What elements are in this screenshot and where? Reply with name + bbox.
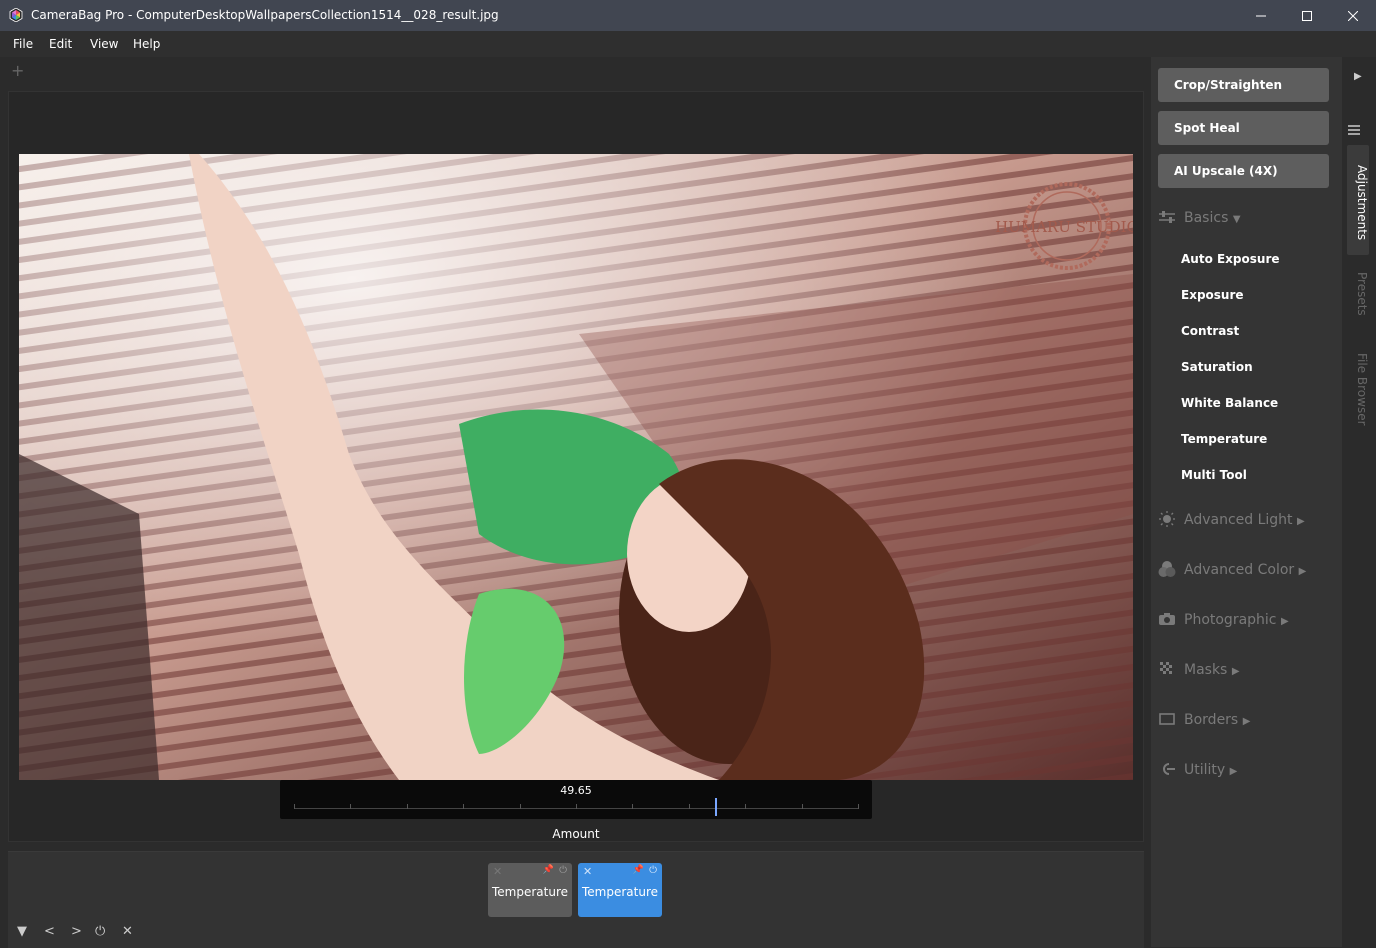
section-label: Photographic ▶ bbox=[1184, 612, 1289, 628]
watermark-text: HUMARU STUDIO bbox=[995, 218, 1133, 236]
color-circles-icon bbox=[1158, 561, 1176, 577]
slider-tick bbox=[520, 804, 521, 809]
slider-tick bbox=[407, 804, 408, 809]
slider-tick bbox=[802, 804, 803, 809]
minimize-button[interactable] bbox=[1238, 0, 1284, 31]
tab-file-browser[interactable]: File Browser bbox=[1347, 353, 1369, 426]
window-title: CameraBag Pro - ComputerDesktopWallpaper… bbox=[31, 8, 499, 22]
close-window-button[interactable] bbox=[1330, 0, 1376, 31]
slider-tick bbox=[463, 804, 464, 809]
workspace: + HUMARU STUDIO 49.65 Amount ✕ 📌 ⏻ Tempe… bbox=[0, 57, 1151, 948]
slider-tick bbox=[294, 804, 295, 809]
item-auto-exposure[interactable]: Auto Exposure bbox=[1181, 252, 1280, 266]
history-card-label: Temperature bbox=[491, 885, 568, 899]
slider-tick bbox=[745, 804, 746, 809]
collapse-icon[interactable]: ▼ bbox=[17, 924, 27, 939]
tab-adjustments[interactable]: Adjustments bbox=[1347, 145, 1369, 255]
section-label: Borders ▶ bbox=[1184, 712, 1251, 728]
history-card-temperature-1[interactable]: ✕ 📌 ⏻ Temperature bbox=[488, 863, 572, 917]
chevron-right-icon: ▶ bbox=[1231, 666, 1240, 677]
remove-icon[interactable]: ✕ bbox=[583, 865, 592, 878]
menu-file[interactable]: File bbox=[13, 37, 33, 51]
power-icon[interactable]: ⏻ bbox=[559, 865, 567, 876]
previous-icon[interactable]: < bbox=[44, 924, 55, 939]
menu-edit[interactable]: Edit bbox=[49, 37, 72, 51]
amount-slider[interactable]: 49.65 bbox=[280, 780, 872, 819]
adjustment-history: ✕ 📌 ⏻ Temperature ✕ 📌 ⏻ Temperature ▼ < … bbox=[8, 851, 1144, 948]
section-label: Advanced Light ▶ bbox=[1184, 512, 1305, 528]
maximize-button[interactable] bbox=[1284, 0, 1330, 31]
chevron-right-icon: ▶ bbox=[1297, 516, 1305, 527]
clear-all-icon[interactable]: ✕ bbox=[122, 924, 133, 939]
slider-tick bbox=[576, 804, 577, 809]
maximize-icon bbox=[1302, 10, 1312, 21]
crop-straighten-button[interactable]: Crop/Straighten bbox=[1158, 68, 1329, 102]
next-icon[interactable]: > bbox=[71, 924, 82, 939]
slider-tick bbox=[350, 804, 351, 809]
item-contrast[interactable]: Contrast bbox=[1181, 324, 1239, 338]
slider-handle[interactable] bbox=[715, 798, 717, 816]
adjustments-panel: Crop/Straighten Spot Heal AI Upscale (4X… bbox=[1151, 57, 1342, 947]
tab-presets[interactable]: Presets bbox=[1347, 272, 1369, 316]
mask-icon bbox=[1160, 662, 1172, 674]
chevron-right-icon: ▶ bbox=[1229, 766, 1238, 777]
vertical-tabs: ▶ Adjustments Presets File Browser bbox=[1342, 57, 1376, 947]
chevron-right-icon: ▶ bbox=[1298, 566, 1307, 577]
menu-bar: File Edit View Help bbox=[0, 31, 1376, 57]
history-card-label: Temperature bbox=[581, 885, 658, 899]
title-bar: CameraBag Pro - ComputerDesktopWallpaper… bbox=[0, 0, 1376, 31]
slider-tick bbox=[632, 804, 633, 809]
item-white-balance[interactable]: White Balance bbox=[1181, 396, 1278, 410]
camerabag-app-icon bbox=[9, 8, 23, 22]
item-exposure[interactable]: Exposure bbox=[1181, 288, 1244, 302]
collapse-panel-icon[interactable]: ▶ bbox=[1354, 71, 1362, 82]
spot-heal-button[interactable]: Spot Heal bbox=[1158, 111, 1329, 145]
item-multi-tool[interactable]: Multi Tool bbox=[1181, 468, 1247, 482]
slider-label: Amount bbox=[552, 827, 600, 841]
border-icon bbox=[1159, 713, 1175, 725]
chevron-right-icon: ▶ bbox=[1242, 716, 1251, 727]
menu-help[interactable]: Help bbox=[133, 37, 160, 51]
camera-icon bbox=[1159, 613, 1175, 625]
photo-canvas[interactable]: HUMARU STUDIO bbox=[19, 154, 1133, 780]
chevron-down-icon: ▼ bbox=[1232, 214, 1241, 225]
menu-view[interactable]: View bbox=[90, 37, 118, 51]
pin-icon[interactable]: 📌 bbox=[633, 865, 644, 875]
power-all-icon[interactable]: ⏻ bbox=[95, 924, 105, 939]
section-label: Advanced Color ▶ bbox=[1184, 562, 1307, 578]
pin-icon[interactable]: 📌 bbox=[543, 865, 554, 875]
add-tab-icon[interactable]: + bbox=[11, 61, 24, 80]
section-label: Masks ▶ bbox=[1184, 662, 1240, 678]
sliders-icon bbox=[1159, 211, 1175, 223]
history-card-temperature-2[interactable]: ✕ 📌 ⏻ Temperature bbox=[578, 863, 662, 917]
hamburger-menu-icon[interactable] bbox=[1348, 124, 1360, 136]
power-icon[interactable]: ⏻ bbox=[649, 865, 657, 876]
slider-value: 49.65 bbox=[560, 784, 592, 797]
item-saturation[interactable]: Saturation bbox=[1181, 360, 1253, 374]
slider-tick bbox=[689, 804, 690, 809]
slider-tick bbox=[858, 804, 859, 809]
section-label: Basics ▼ bbox=[1184, 210, 1241, 226]
ai-upscale-button[interactable]: AI Upscale (4X) bbox=[1158, 154, 1329, 188]
chevron-right-icon: ▶ bbox=[1280, 616, 1289, 627]
photo-image: HUMARU STUDIO bbox=[19, 154, 1133, 780]
item-temperature[interactable]: Temperature bbox=[1181, 432, 1267, 446]
sun-icon bbox=[1159, 511, 1175, 527]
section-label: Utility ▶ bbox=[1184, 762, 1238, 778]
close-icon bbox=[1348, 10, 1358, 21]
utility-icon bbox=[1163, 763, 1175, 775]
minimize-icon bbox=[1256, 15, 1266, 16]
remove-icon[interactable]: ✕ bbox=[493, 865, 502, 878]
